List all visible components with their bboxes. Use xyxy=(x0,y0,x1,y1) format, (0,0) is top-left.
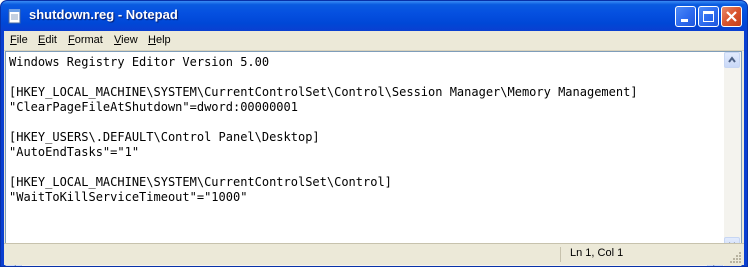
minimize-button[interactable] xyxy=(675,6,696,27)
text-line xyxy=(9,115,725,130)
text-line: "AutoEndTasks"="1" xyxy=(9,145,140,159)
vertical-scrollbar[interactable] xyxy=(724,52,741,254)
window-title: shutdown.reg - Notepad xyxy=(29,7,178,22)
status-message-pane xyxy=(7,247,561,262)
maximize-icon xyxy=(703,11,714,22)
arrow-up-icon xyxy=(728,56,736,63)
close-icon xyxy=(726,11,737,22)
menu-edit[interactable]: Edit xyxy=(38,34,57,46)
text-line xyxy=(9,70,725,85)
title-bar[interactable]: shutdown.reg - Notepad xyxy=(1,1,747,31)
text-line: [HKEY_USERS\.DEFAULT\Control Panel\Deskt… xyxy=(9,130,320,144)
status-bar: Ln 1, Col 1 xyxy=(4,243,744,265)
text-line: "ClearPageFileAtShutdown"=dword:00000001 xyxy=(9,100,298,114)
text-line: [HKEY_LOCAL_MACHINE\SYSTEM\CurrentContro… xyxy=(9,175,392,189)
client-area: File Edit Format View Help Windows Regis… xyxy=(4,31,744,266)
text-editor[interactable]: Windows Registry Editor Version 5.00 [HK… xyxy=(5,51,742,266)
close-button[interactable] xyxy=(721,6,742,27)
cursor-position: Ln 1, Col 1 xyxy=(570,247,624,259)
minimize-icon xyxy=(681,19,688,22)
text-line: [HKEY_LOCAL_MACHINE\SYSTEM\CurrentContro… xyxy=(9,85,638,99)
document-text[interactable]: Windows Registry Editor Version 5.00 [HK… xyxy=(7,53,725,254)
menu-format[interactable]: Format xyxy=(68,34,103,46)
menu-view[interactable]: View xyxy=(114,34,138,46)
text-line: "WaitToKillServiceTimeout"="1000" xyxy=(9,190,248,204)
maximize-button[interactable] xyxy=(698,6,719,27)
text-line xyxy=(9,160,725,175)
notepad-icon[interactable] xyxy=(7,8,23,24)
text-line: Windows Registry Editor Version 5.00 xyxy=(9,55,270,69)
notepad-window: shutdown.reg - Notepad File Edit Format … xyxy=(0,0,748,267)
menu-file[interactable]: File xyxy=(10,34,28,46)
menu-help[interactable]: Help xyxy=(148,34,171,46)
menu-bar: File Edit Format View Help xyxy=(4,31,744,51)
scroll-up-button[interactable] xyxy=(724,52,740,68)
resize-grip-icon[interactable] xyxy=(730,251,742,263)
